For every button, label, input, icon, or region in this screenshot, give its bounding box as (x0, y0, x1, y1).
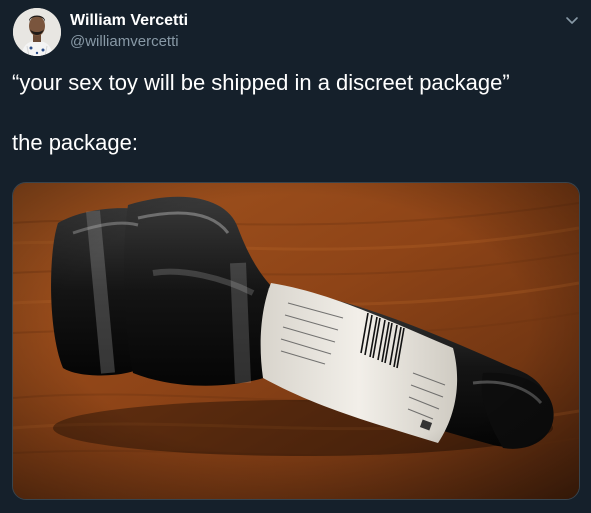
tweet-photo[interactable] (12, 182, 580, 500)
display-name[interactable]: William Vercetti (70, 11, 188, 31)
tweet-card: William Vercetti @williamvercetti “your … (0, 0, 591, 513)
tweet-text: “your sex toy will be shipped in a discr… (12, 68, 582, 158)
user-handle[interactable]: @williamvercetti (70, 32, 179, 51)
tweet-text-line-package: the package: (12, 130, 138, 155)
chevron-down-icon[interactable] (562, 10, 582, 30)
avatar[interactable] (13, 8, 61, 56)
tweet-text-line-quote: “your sex toy will be shipped in a discr… (12, 70, 510, 95)
